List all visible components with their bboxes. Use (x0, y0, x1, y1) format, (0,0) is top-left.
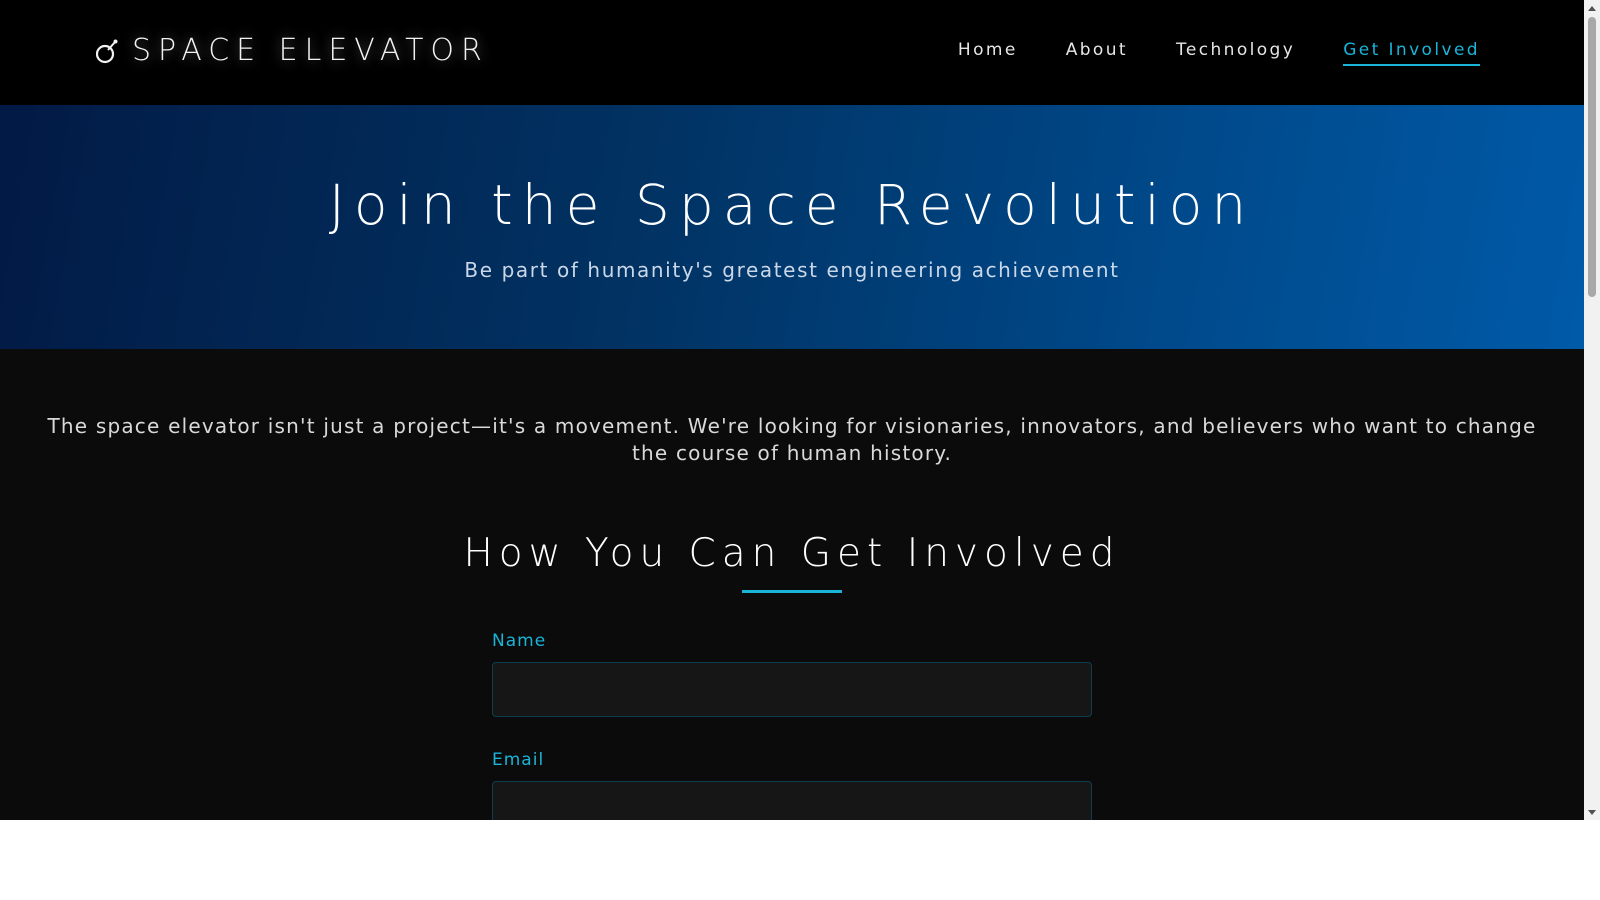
rocket-orbit-icon (96, 39, 118, 63)
section-title: How You Can Get Involved (463, 531, 1121, 576)
scroll-thumb[interactable] (1588, 17, 1596, 297)
intro-paragraph: The space elevator isn't just a project—… (47, 414, 1537, 465)
signup-form: Name Email (492, 631, 1092, 820)
logo-text: SPACE ELEVATOR (132, 33, 489, 68)
main-nav: Home About Technology Get Involved (958, 40, 1480, 66)
browser-viewport: SPACE ELEVATOR Home About Technology Get… (0, 0, 1600, 820)
scroll-down-arrow-icon[interactable] (1584, 804, 1600, 820)
email-label: Email (492, 750, 545, 770)
logo[interactable]: SPACE ELEVATOR (96, 33, 489, 68)
page: SPACE ELEVATOR Home About Technology Get… (0, 0, 1584, 820)
nav-link-about[interactable]: About (1066, 40, 1128, 66)
name-field[interactable] (492, 662, 1092, 717)
nav-link-technology[interactable]: Technology (1176, 40, 1295, 66)
nav-link-get-involved[interactable]: Get Involved (1343, 40, 1480, 66)
main-content: The space elevator isn't just a project—… (0, 349, 1584, 820)
hero-subtitle: Be part of humanity's greatest engineeri… (464, 258, 1120, 282)
email-field[interactable] (492, 781, 1092, 820)
hero-banner: Join the Space Revolution Be part of hum… (0, 105, 1584, 349)
name-label: Name (492, 631, 547, 651)
navbar: SPACE ELEVATOR Home About Technology Get… (0, 0, 1584, 105)
title-underline (742, 590, 842, 593)
scroll-up-arrow-icon[interactable] (1584, 0, 1600, 16)
nav-link-home[interactable]: Home (958, 40, 1018, 66)
hero-title: Join the Space Revolution (328, 173, 1256, 237)
vertical-scrollbar[interactable] (1584, 0, 1600, 820)
